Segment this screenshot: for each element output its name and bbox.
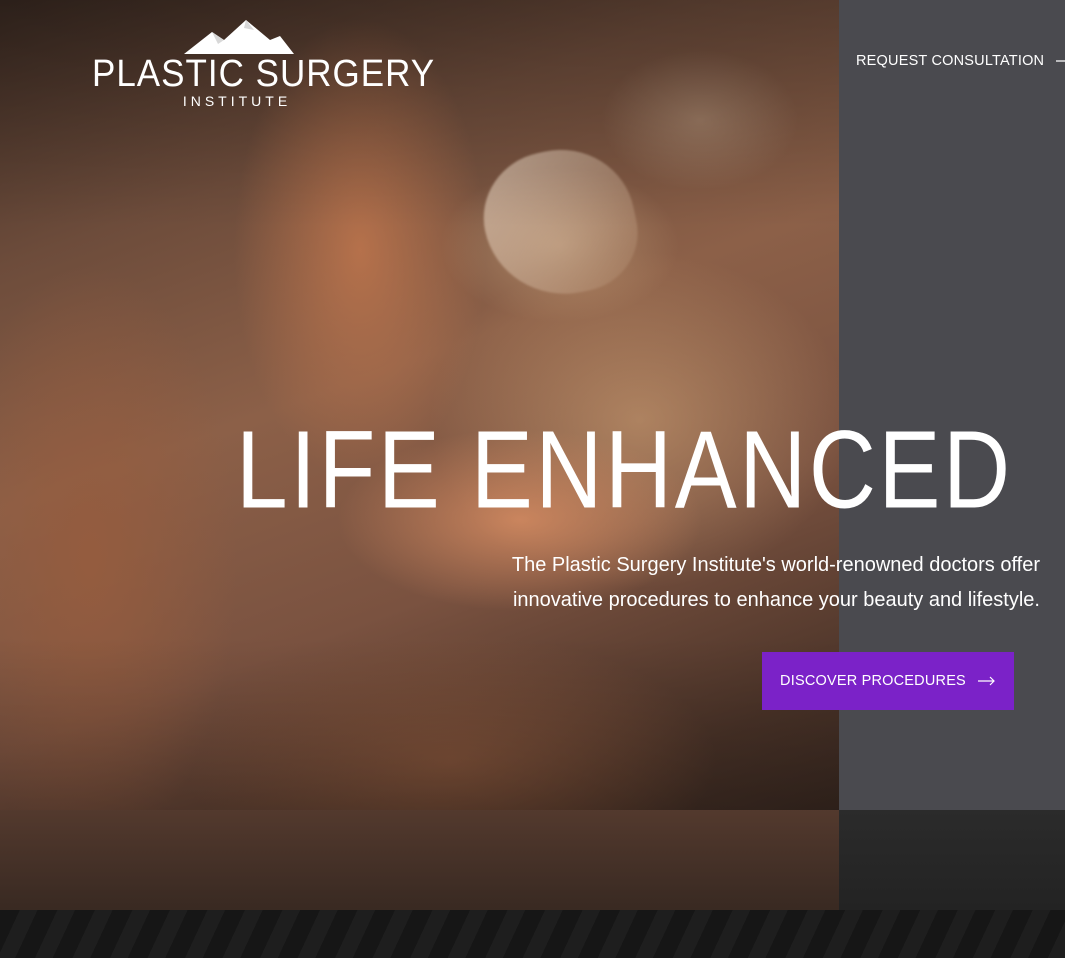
mountain-icon <box>184 20 294 54</box>
discover-procedures-label: DISCOVER PROCEDURES <box>780 673 966 689</box>
page: PLASTIC SURGERY INSTITUTE REQUEST CONSUL… <box>0 0 1065 958</box>
hero-subtitle-line-2: innovative procedures to enhance your be… <box>512 589 1040 611</box>
bottom-band <box>0 810 1065 958</box>
arrow-right-icon <box>1056 60 1065 62</box>
site-logo[interactable]: PLASTIC SURGERY INSTITUTE <box>92 18 436 113</box>
logo-sub-text: INSTITUTE <box>182 93 292 109</box>
request-consultation-label: REQUEST CONSULTATION <box>856 53 1045 69</box>
hero-image-bracelet <box>471 135 649 310</box>
request-consultation-link[interactable]: REQUEST CONSULTATION <box>856 53 1065 69</box>
arrow-right-icon <box>977 676 995 686</box>
hero-subtitle-line-1: The Plastic Surgery Institute's world-re… <box>511 554 1040 576</box>
discover-procedures-button[interactable]: DISCOVER PROCEDURES <box>762 652 1014 710</box>
logo-main-text: PLASTIC SURGERY <box>92 52 436 95</box>
hero-headline: LIFE ENHANCED <box>236 407 1013 532</box>
hero-subtitle: The Plastic Surgery Institute's world-re… <box>480 548 1040 618</box>
